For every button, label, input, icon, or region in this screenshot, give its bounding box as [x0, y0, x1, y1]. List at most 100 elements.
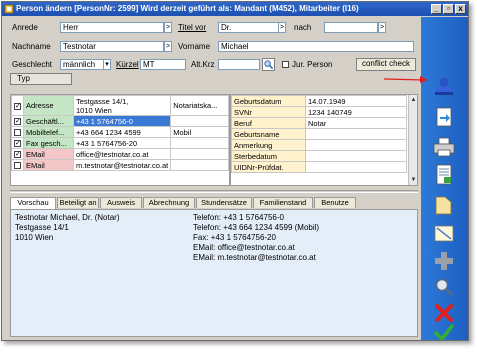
scroll-down-icon[interactable]: ▼ — [410, 176, 417, 184]
contact-type-cell: EMail — [23, 159, 74, 171]
contact-row[interactable]: Mobiltelef... +43 664 1234 4599 Mobil — [11, 126, 229, 138]
contact-extra-cell: Mobil — [170, 126, 229, 138]
detail-value-cell[interactable]: Notar — [305, 117, 407, 129]
preview-panel: Testnotar Michael, Dr. (Notar) Testgasse … — [10, 209, 418, 337]
note-icon[interactable] — [431, 221, 457, 245]
detail-row[interactable]: Anmerkung — [231, 139, 407, 151]
contact-value-cell[interactable]: +43 1 5764756-0 — [72, 115, 172, 127]
detail-row[interactable]: Geburtsname — [231, 128, 407, 140]
contact-type-cell: Geschäftl... — [23, 115, 74, 127]
detail-value-cell[interactable] — [305, 128, 407, 140]
anrede-field[interactable]: Herr — [60, 22, 164, 33]
titel-nach-label: nach — [294, 23, 312, 32]
geschlecht-select[interactable]: männlich — [60, 59, 104, 70]
geschlecht-label: Geschlecht — [12, 60, 53, 69]
export-icon[interactable] — [431, 105, 457, 129]
detail-label-cell: Geburtsname — [231, 128, 306, 140]
detail-row[interactable]: Beruf Notar — [231, 117, 407, 129]
contact-row-checkbox-cell[interactable] — [11, 126, 24, 138]
contact-checkbox[interactable] — [14, 129, 21, 137]
detail-label-cell: SVNr — [231, 106, 306, 118]
contact-row-checkbox-cell[interactable]: ✓ — [11, 137, 24, 149]
contact-row[interactable]: ✓ EMail office@testnotar.co.at — [11, 148, 229, 160]
anrede-dropdown-button[interactable]: > — [164, 22, 172, 33]
detail-value-cell[interactable]: 1234 140749 — [305, 106, 407, 118]
detail-row[interactable]: Geburtsdatum 14.07.1949 — [231, 95, 407, 107]
contact-checkbox[interactable]: ✓ — [14, 151, 21, 159]
add-icon[interactable] — [431, 249, 457, 273]
detail-value-cell[interactable]: 14.07.1949 — [305, 95, 407, 107]
vorname-label: Vorname — [178, 42, 211, 51]
titel-vor-label: Titel vor — [178, 23, 207, 32]
detail-value-cell[interactable] — [305, 139, 407, 151]
contact-row[interactable]: ✓ Adresse Testgasse 14/1, 1010 Wien Notariat… — [11, 95, 229, 116]
title-bar: Person ändern [PersonNr: 2599] Wird derz… — [2, 2, 468, 16]
restore-button[interactable]: ▫ — [443, 4, 454, 14]
altkrz-search-button[interactable] — [262, 58, 275, 71]
jur-person-checkbox[interactable] — [282, 61, 289, 68]
contact-value: +43 1 5764756-20 — [76, 138, 138, 148]
contact-value-cell[interactable]: m.testnotar@testnotar.co.at — [72, 159, 172, 171]
folder-icon[interactable] — [431, 193, 457, 217]
contact-value-cell[interactable]: office@testnotar.co.at — [72, 148, 172, 160]
contact-value: +43 664 1234 4599 — [76, 127, 141, 137]
contact-row[interactable]: ✓ Fax gesch... +43 1 5764756-20 — [11, 137, 229, 149]
tab-2[interactable]: Ausweis — [100, 197, 142, 208]
nachname-field[interactable]: Testnotar — [60, 41, 164, 52]
contact-value-cell[interactable]: Testgasse 14/1, 1010 Wien — [72, 95, 172, 116]
tab-1[interactable]: Beteiligt an — [57, 197, 99, 208]
close-button[interactable]: x — [455, 4, 466, 14]
minimize-button[interactable]: _ — [431, 4, 442, 14]
detail-label-cell: Sterbedatum — [231, 150, 306, 162]
search-icon[interactable] — [431, 275, 457, 299]
contact-row-checkbox-cell[interactable] — [11, 159, 24, 171]
contact-checkbox[interactable] — [14, 162, 21, 170]
titel-nach-dropdown-button[interactable]: > — [378, 22, 386, 33]
detail-row[interactable]: SVNr 1234 140749 — [231, 106, 407, 118]
tab-4[interactable]: Stundensätze — [196, 197, 252, 208]
stamp-icon[interactable] — [431, 75, 457, 99]
nachname-dropdown-button[interactable]: > — [164, 41, 172, 52]
contact-extra-cell — [170, 159, 229, 171]
ok-icon[interactable] — [431, 321, 457, 341]
detail-value-cell[interactable] — [305, 161, 407, 173]
typ-header[interactable]: Typ — [10, 73, 72, 85]
scroll-up-icon[interactable]: ▲ — [410, 96, 417, 104]
print-icon[interactable] — [431, 135, 457, 159]
conflict-check-button[interactable]: conflict check — [356, 58, 416, 71]
detail-row[interactable]: Sterbedatum — [231, 150, 407, 162]
titel-nach-field[interactable] — [324, 22, 378, 33]
contact-checkbox[interactable]: ✓ — [14, 118, 21, 126]
document-icon[interactable] — [431, 163, 457, 187]
detail-label-cell: UIDNr-Prüfdat. — [231, 161, 306, 173]
geschlecht-dropdown-button[interactable]: ▾ — [103, 59, 111, 70]
details-scrollbar[interactable]: ▲ ▼ — [408, 95, 417, 185]
kuerzel-field[interactable]: MT — [140, 59, 186, 70]
contact-row[interactable]: ✓ Geschäftl... +43 1 5764756-0 — [11, 115, 229, 127]
detail-label-cell: Anmerkung — [231, 139, 306, 151]
app-icon — [4, 4, 14, 14]
tab-0[interactable]: Vorschau — [10, 197, 56, 209]
tab-3[interactable]: Abrechnung — [143, 197, 195, 208]
contact-extra-cell — [170, 148, 229, 160]
tab-5[interactable]: Familienstand — [253, 197, 313, 208]
contacts-table: ✓ Adresse Testgasse 14/1, 1010 Wien Notariat… — [11, 95, 229, 171]
titel-vor-field[interactable]: Dr. — [218, 22, 280, 33]
tab-6[interactable]: Benutze — [314, 197, 356, 208]
contact-row-checkbox-cell[interactable]: ✓ — [11, 95, 24, 116]
preview-address: Testnotar Michael, Dr. (Notar) Testgasse … — [15, 213, 185, 243]
splitter[interactable] — [10, 190, 418, 193]
vorname-field[interactable]: Michael — [218, 41, 414, 52]
titel-vor-dropdown-button[interactable]: > — [278, 22, 286, 33]
contact-value-cell[interactable]: +43 1 5764756-20 — [72, 137, 172, 149]
action-sidebar — [421, 17, 468, 341]
contact-row-checkbox-cell[interactable]: ✓ — [11, 115, 24, 127]
contact-row-checkbox-cell[interactable]: ✓ — [11, 148, 24, 160]
contact-row[interactable]: EMail m.testnotar@testnotar.co.at — [11, 159, 229, 171]
contact-checkbox[interactable]: ✓ — [14, 140, 21, 148]
detail-value-cell[interactable] — [305, 150, 407, 162]
contact-value-cell[interactable]: +43 664 1234 4599 — [72, 126, 172, 138]
contact-checkbox[interactable]: ✓ — [14, 102, 21, 110]
altkrz-field[interactable] — [218, 59, 260, 70]
detail-row[interactable]: UIDNr-Prüfdat. — [231, 161, 407, 173]
